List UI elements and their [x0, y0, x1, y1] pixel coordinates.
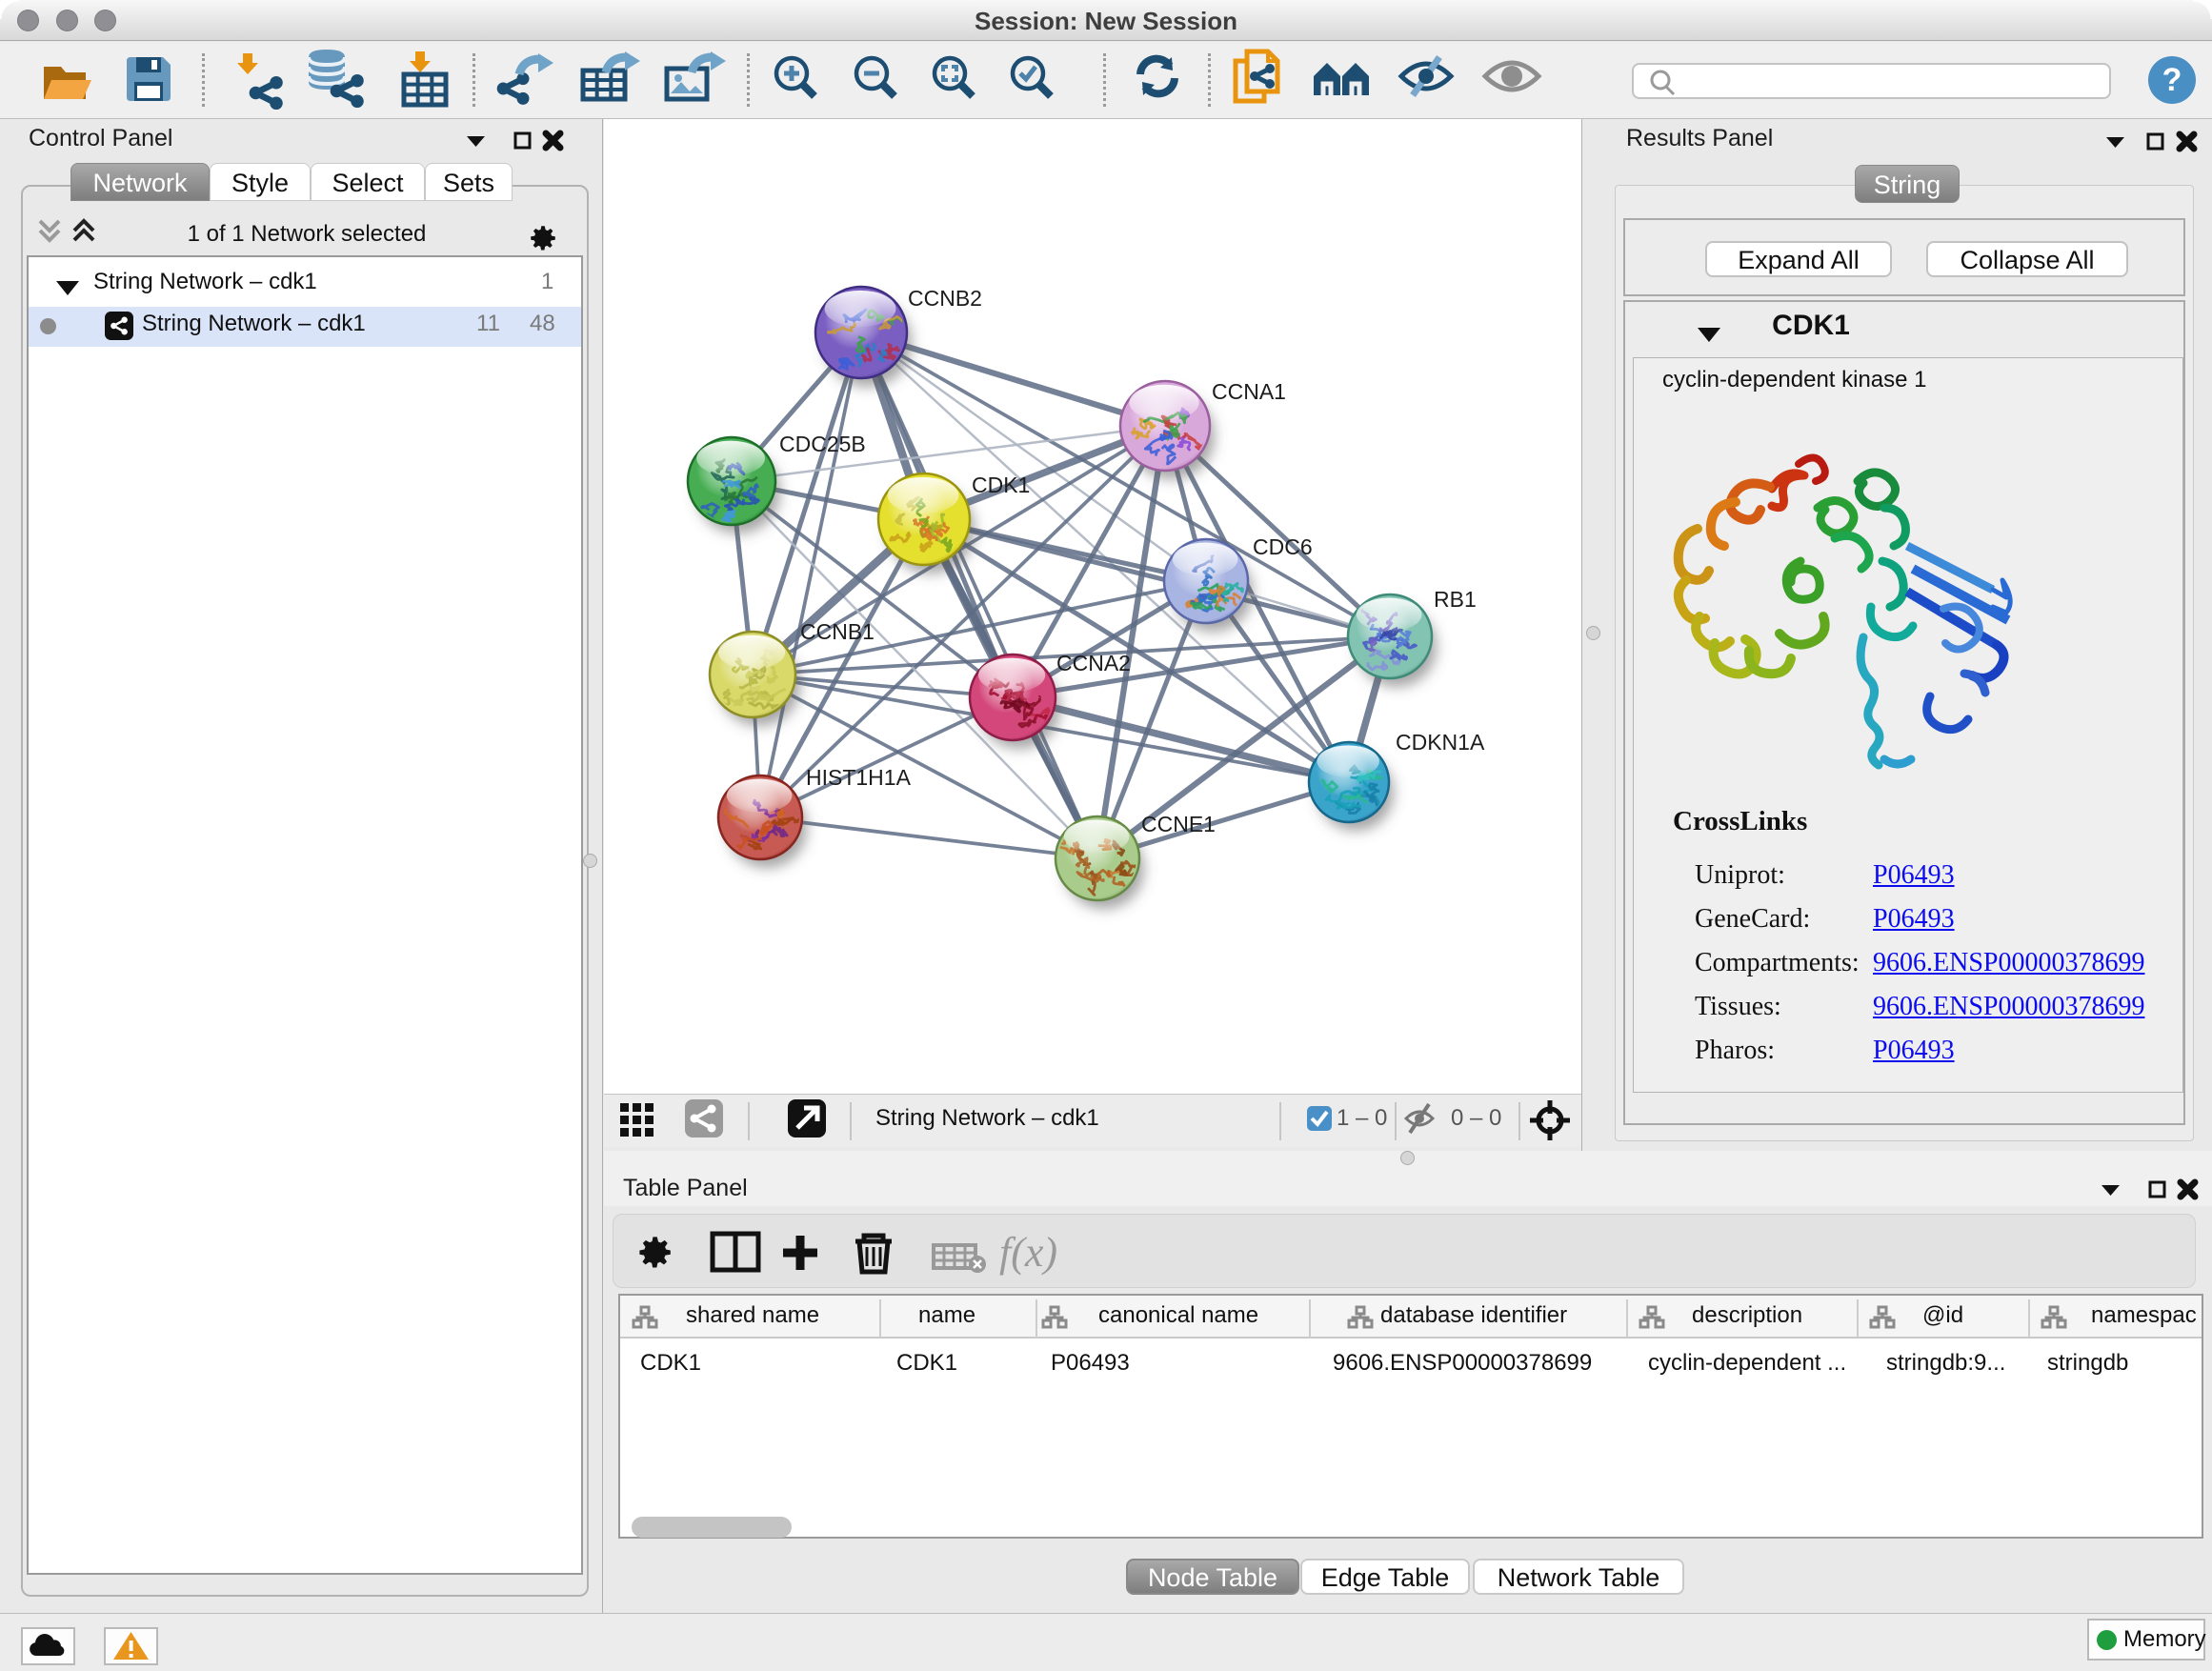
svg-text:CDC25B: CDC25B	[779, 432, 866, 456]
svg-text:CDKN1A: CDKN1A	[1396, 730, 1485, 755]
svg-text:CDK1: CDK1	[972, 473, 1030, 497]
svg-text:CCNB1: CCNB1	[800, 619, 875, 644]
svg-text:CCNB2: CCNB2	[908, 286, 982, 311]
svg-text:CCNA2: CCNA2	[1056, 651, 1131, 675]
svg-text:CDC6: CDC6	[1253, 534, 1313, 559]
svg-text:f(x): f(x)	[999, 1229, 1057, 1276]
svg-text:CCNE1: CCNE1	[1141, 812, 1216, 836]
svg-text:CCNA1: CCNA1	[1212, 379, 1286, 404]
svg-text:RB1: RB1	[1434, 587, 1477, 612]
svg-text:HIST1H1A: HIST1H1A	[806, 765, 912, 790]
